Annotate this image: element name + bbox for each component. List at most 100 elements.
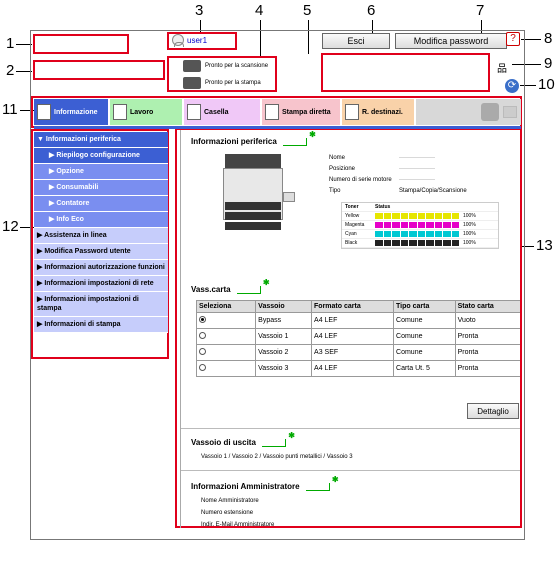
detail-button[interactable]: Dettaglio bbox=[467, 403, 519, 419]
toner-segment bbox=[451, 222, 459, 228]
section-decoration-icon bbox=[261, 431, 295, 447]
direct-print-icon bbox=[265, 104, 279, 120]
output-tray-value: Vassoio 1 / Vassoio 2 / Vassoio punti me… bbox=[201, 454, 353, 460]
toner-row-magenta: Magenta 100% bbox=[342, 221, 498, 230]
toner-segment bbox=[434, 231, 442, 237]
toner-segment bbox=[434, 213, 442, 219]
callout-9: 9 bbox=[544, 55, 553, 72]
section-decoration-icon bbox=[305, 475, 339, 491]
sidebar-item-assistenza-in-linea[interactable]: ▶ Assistenza in linea bbox=[34, 228, 168, 244]
network-icon[interactable]: 品 bbox=[497, 60, 507, 75]
toner-segment bbox=[451, 240, 459, 246]
toner-segment bbox=[383, 231, 391, 237]
toner-segment bbox=[409, 222, 417, 228]
callout-5: 5 bbox=[303, 2, 312, 19]
tab-informazione[interactable]: Informazione bbox=[34, 99, 108, 125]
column-header: Vassoio bbox=[255, 300, 313, 313]
sidebar-item-impostazioni-rete[interactable]: ▶ Informazioni impostazioni di rete bbox=[34, 276, 168, 292]
toner-segment bbox=[392, 240, 400, 246]
toner-segment bbox=[375, 240, 383, 246]
admin-settings-icon[interactable] bbox=[481, 103, 499, 121]
toner-row-cyan: Cyan 100% bbox=[342, 230, 498, 239]
tab-bar-tools bbox=[416, 99, 521, 125]
toner-segment bbox=[383, 240, 391, 246]
column-header: Seleziona bbox=[195, 300, 257, 313]
device-info-title: Informazioni periferica bbox=[191, 130, 316, 146]
output-tray-title: Vassoio di uscita bbox=[191, 431, 295, 448]
tab-r-destinazi[interactable]: R. destinazi. bbox=[342, 99, 414, 125]
sidebar-item-contatore[interactable]: ▶ Contatore bbox=[34, 196, 168, 212]
toner-segment bbox=[392, 231, 400, 237]
callout-7: 7 bbox=[476, 2, 485, 19]
sidebar: ▼ Informazioni periferica ▶ Riepilogo co… bbox=[34, 132, 168, 333]
toner-segment bbox=[443, 240, 451, 246]
toner-segment bbox=[417, 240, 425, 246]
sidebar-item-opzione[interactable]: ▶ Opzione bbox=[34, 164, 168, 180]
callout-1: 1 bbox=[6, 35, 15, 52]
info-icon bbox=[37, 104, 51, 120]
change-password-button[interactable]: Modifica password bbox=[395, 33, 507, 49]
highlight-box-1 bbox=[33, 34, 129, 54]
toner-segment bbox=[451, 213, 459, 219]
callout-6: 6 bbox=[367, 2, 376, 19]
tray-radio-button[interactable] bbox=[199, 316, 206, 323]
user-icon bbox=[172, 34, 184, 47]
toner-segment bbox=[409, 240, 417, 246]
toner-table: Toner Status Yellow 100% Magenta 100% Cy… bbox=[341, 202, 499, 249]
toner-level-bar bbox=[375, 240, 459, 246]
toner-segment bbox=[434, 240, 442, 246]
tray-radio-button[interactable] bbox=[199, 348, 206, 355]
sidebar-item-informazioni-stampa[interactable]: ▶ Informazioni di stampa bbox=[34, 317, 168, 333]
section-decoration-icon bbox=[236, 278, 270, 294]
toner-segment bbox=[400, 213, 408, 219]
tab-underline bbox=[34, 126, 521, 129]
sidebar-item-autorizzazione-funzioni[interactable]: ▶ Informazioni autorizzazione funzioni bbox=[34, 260, 168, 276]
main-content: Informazioni periferica Nome —————— Posi… bbox=[180, 130, 520, 528]
sidebar-item-riepilogo-configurazione[interactable]: ▶ Riepilogo configurazione bbox=[34, 148, 168, 164]
sidebar-item-consumabili[interactable]: ▶ Consumabili bbox=[34, 180, 168, 196]
scanner-icon bbox=[183, 60, 201, 72]
highlight-box-2 bbox=[33, 60, 165, 80]
toner-segment bbox=[443, 213, 451, 219]
admin-info-title: Informazioni Amministratore bbox=[191, 475, 339, 492]
toner-segment bbox=[417, 231, 425, 237]
sidebar-item-informazioni-periferica[interactable]: ▼ Informazioni periferica bbox=[34, 132, 168, 148]
toner-segment bbox=[375, 231, 383, 237]
tab-stampa-diretta[interactable]: Stampa diretta bbox=[262, 99, 340, 125]
toner-segment bbox=[426, 240, 434, 246]
toner-segment bbox=[400, 240, 408, 246]
section-decoration-icon bbox=[282, 130, 316, 146]
toner-segment bbox=[417, 213, 425, 219]
callout-10: 10 bbox=[538, 76, 555, 93]
toner-segment bbox=[426, 213, 434, 219]
tray-radio-button[interactable] bbox=[199, 332, 206, 339]
tab-lavoro[interactable]: Lavoro bbox=[110, 99, 182, 125]
table-row: Vassoio 1 A4 LEF Comune Pronta bbox=[195, 328, 520, 345]
toner-header: Toner Status bbox=[342, 203, 498, 212]
toner-segment bbox=[443, 231, 451, 237]
address-book-icon bbox=[345, 104, 359, 120]
user-name-link[interactable]: user1 bbox=[172, 34, 207, 47]
table-row: Vassoio 2 A3 SEF Comune Pronta bbox=[195, 344, 520, 361]
toner-level-bar bbox=[375, 213, 459, 219]
sidebar-item-modifica-password-utente[interactable]: ▶ Modifica Password utente bbox=[34, 244, 168, 260]
column-header: Tipo carta bbox=[393, 300, 456, 313]
admin-email-label: Indir. E-Mail Amministratore bbox=[201, 522, 275, 528]
scan-status: Pronto per la scansione bbox=[183, 60, 268, 72]
print-status: Pronto per la stampa bbox=[183, 77, 261, 89]
paper-tray-table: Seleziona Vassoio Formato carta Tipo car… bbox=[195, 300, 520, 377]
logout-button[interactable]: Esci bbox=[322, 33, 390, 49]
toner-segment bbox=[434, 222, 442, 228]
box-icon bbox=[187, 104, 201, 120]
callout-11: 11 bbox=[2, 101, 18, 118]
help-icon[interactable]: ? bbox=[506, 32, 520, 46]
tray-radio-button[interactable] bbox=[199, 364, 206, 371]
tab-casella[interactable]: Casella bbox=[184, 99, 260, 125]
callout-13: 13 bbox=[536, 237, 553, 254]
paper-tray-title: Vass.carta bbox=[191, 278, 270, 295]
sidebar-item-impostazioni-stampa[interactable]: ▶ Informazioni impostazioni di stampa bbox=[34, 292, 168, 317]
toner-level-bar bbox=[375, 222, 459, 228]
refresh-icon[interactable]: ⟳ bbox=[505, 79, 519, 93]
toner-segment bbox=[400, 231, 408, 237]
sidebar-item-info-eco[interactable]: ▶ Info Eco bbox=[34, 212, 168, 228]
